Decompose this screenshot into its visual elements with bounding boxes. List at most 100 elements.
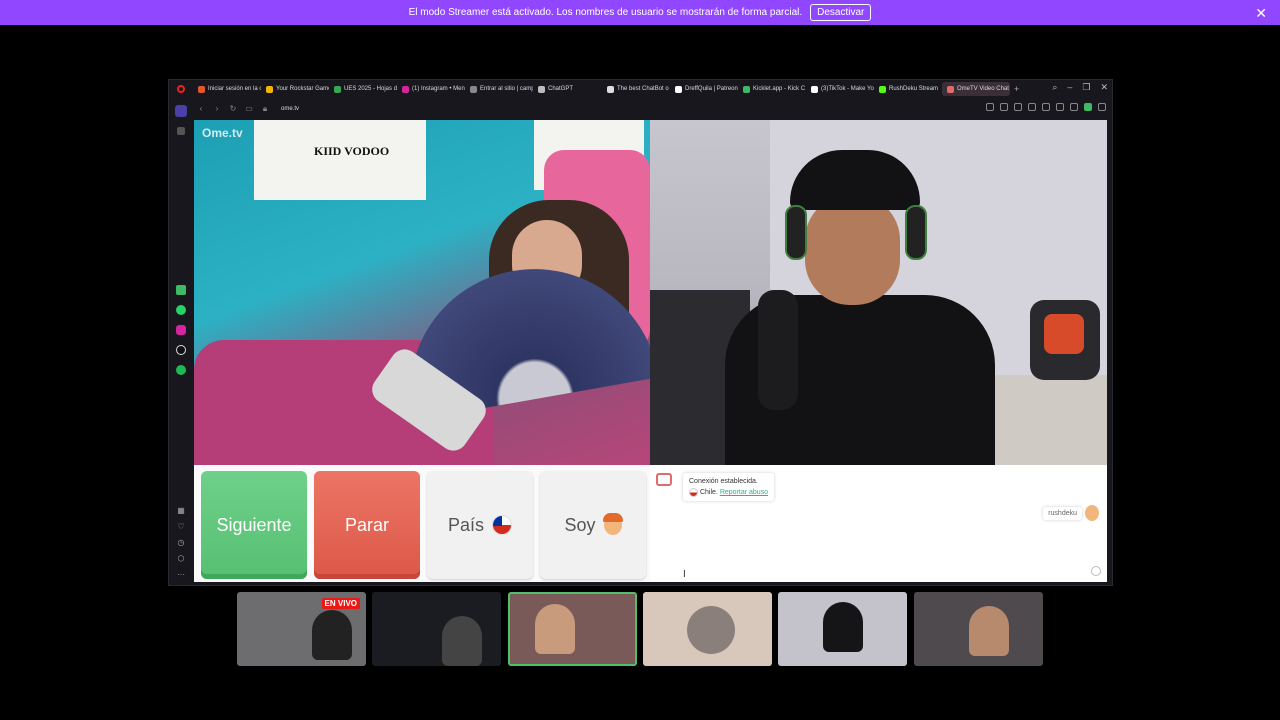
gender-label: Soy	[564, 514, 596, 535]
workspace-icon[interactable]	[175, 105, 187, 117]
stop-button[interactable]: Parar	[314, 471, 420, 579]
browser-tab[interactable]: RushDeku Stream	[874, 82, 942, 96]
browser-tab[interactable]: DreffQuila | Patreon	[670, 82, 738, 96]
chat-controls: Siguiente Parar País Soy	[194, 465, 650, 582]
tab-label: Iniciar sesión en la c	[208, 86, 261, 92]
tab-favicon-icon	[947, 85, 955, 93]
instagram-icon[interactable]	[176, 325, 186, 335]
chile-flag-icon	[689, 487, 698, 497]
url-field[interactable]: ome.tv	[281, 106, 299, 112]
history-icon[interactable]: ◷	[178, 538, 185, 547]
browser-tab[interactable]: UES 2025 - Hojas de	[329, 82, 397, 96]
ometv-icon	[656, 473, 672, 486]
close-icon[interactable]: ✕	[1255, 5, 1267, 22]
download-icon[interactable]	[1042, 103, 1050, 111]
chat-input[interactable]	[654, 562, 1103, 578]
tab-label: The best ChatBot o	[617, 86, 669, 92]
new-tab-icon[interactable]: +	[1010, 84, 1023, 94]
browser-tab[interactable]: The best ChatBot o	[602, 82, 670, 96]
emoji-icon[interactable]	[1091, 566, 1101, 576]
thumbnail-camera-5[interactable]	[778, 592, 907, 666]
my-username: rushdeku	[1043, 507, 1082, 520]
person-face	[805, 195, 900, 305]
browser-tab[interactable]: (3)TikTok - Make Yo	[806, 82, 874, 96]
forward-icon[interactable]: ›	[209, 104, 225, 113]
tab-label: DreffQuila | Patreon	[685, 86, 738, 92]
browser-tab[interactable]: Your Rockstar Game	[261, 82, 329, 96]
deactivate-button[interactable]: Desactivar	[810, 4, 872, 21]
tab-favicon-icon	[811, 85, 819, 93]
tab-favicon-icon	[675, 85, 683, 93]
chat-panel: Conexión establecida. Chile. Reportar ab…	[650, 465, 1107, 582]
headphone-right	[905, 205, 927, 260]
home-icon[interactable]	[177, 127, 185, 135]
heart-icon[interactable]: ♡	[177, 522, 184, 531]
favorite-icon[interactable]	[1056, 103, 1064, 111]
browser-tab[interactable]: Kicklet.app - Kick C	[738, 82, 806, 96]
thumbnail-camera-2[interactable]	[372, 592, 501, 666]
more-icon[interactable]: ···	[177, 570, 185, 579]
minimize-icon[interactable]: –	[1067, 82, 1072, 93]
profile-icon[interactable]	[1084, 103, 1092, 111]
tab-favicon-icon	[402, 85, 409, 93]
microphone	[758, 290, 798, 410]
tiktok-icon[interactable]	[176, 345, 186, 355]
country-name: Chile.	[699, 489, 718, 496]
reload-icon[interactable]: ↻	[225, 104, 241, 113]
thumbnail-stream-preview[interactable]: EN VIVO	[237, 592, 366, 666]
boy-emoji-icon	[1085, 505, 1099, 521]
backpack	[1030, 300, 1100, 380]
play-icon[interactable]	[1028, 103, 1036, 111]
maximize-icon[interactable]: ❐	[1082, 82, 1090, 93]
whatsapp-icon[interactable]	[176, 305, 186, 315]
browser-tab[interactable]: Entrar al sitio | camp	[465, 82, 533, 96]
screenshot-icon[interactable]	[986, 103, 994, 111]
page-viewport: KIID VODOO Ome.tv Siguiente Parar País S…	[194, 120, 1107, 582]
camera-icon[interactable]	[1014, 103, 1022, 111]
report-abuse-link[interactable]: Reportar abuso	[720, 489, 768, 496]
browser-tab[interactable]: OmeTV Video Chat -	[942, 82, 1011, 96]
wall-poster: KIID VODOO	[254, 120, 426, 200]
sidebar-tools: ▦ ♡ ◷ ⬡ ···	[177, 506, 185, 579]
tab-label: Kicklet.app - Kick C	[753, 86, 806, 92]
menu-icon[interactable]	[1070, 103, 1078, 111]
thumbnail-camera-6[interactable]	[914, 592, 1043, 666]
thumbnail-camera-3[interactable]	[508, 592, 637, 666]
tab-favicon-icon	[538, 85, 545, 93]
tab-label: (3)TikTok - Make Yo	[821, 86, 874, 92]
lock-icon: 🔒︎	[262, 103, 268, 113]
tabs-icon[interactable]: ▭	[241, 104, 257, 113]
wallet-icon[interactable]	[1000, 103, 1008, 111]
settings-icon[interactable]	[1098, 103, 1106, 111]
next-label: Siguiente	[216, 514, 292, 535]
grid-icon[interactable]: ▦	[177, 506, 185, 515]
streamer-mode-message: El modo Streamer está activado. Los nomb…	[408, 7, 803, 18]
tab-favicon-icon	[334, 85, 341, 93]
browser-tab[interactable]: (1) Instagram • Men	[397, 82, 465, 96]
box-icon[interactable]: ⬡	[178, 554, 185, 563]
tab-label: ChatGPT	[548, 86, 574, 92]
browser-window: Iniciar sesión en la c Your Rockstar Game…	[168, 79, 1113, 586]
back-icon[interactable]: ‹	[193, 104, 209, 113]
tab-favicon-icon	[470, 85, 477, 93]
thumbnail-camera-4[interactable]	[643, 592, 772, 666]
browser-tab[interactable]: Iniciar sesión en la c	[193, 82, 261, 96]
tab-favicon-icon	[879, 85, 887, 93]
browser-tab[interactable]: ChatGPT	[533, 82, 578, 96]
country-label: País	[447, 514, 485, 535]
live-badge: EN VIVO	[321, 598, 360, 609]
extension-icons	[986, 103, 1106, 111]
spotify-icon[interactable]	[176, 365, 186, 375]
gender-button[interactable]: Soy	[540, 471, 646, 579]
next-button[interactable]: Siguiente	[201, 471, 307, 579]
boy-emoji-icon	[602, 513, 623, 535]
country-button[interactable]: País	[427, 471, 533, 579]
tab-label: Your Rockstar Game	[276, 86, 329, 92]
window-controls: ⌕ – ❐ ✕	[1052, 82, 1108, 93]
tab-label: UES 2025 - Hojas de	[344, 86, 397, 92]
system-message: Conexión establecida. Chile. Reportar ab…	[683, 473, 775, 501]
ai-icon[interactable]	[176, 285, 186, 295]
tab-label: OmeTV Video Chat -	[957, 86, 1011, 92]
search-icon[interactable]: ⌕	[1052, 82, 1057, 93]
close-window-icon[interactable]: ✕	[1100, 82, 1108, 93]
